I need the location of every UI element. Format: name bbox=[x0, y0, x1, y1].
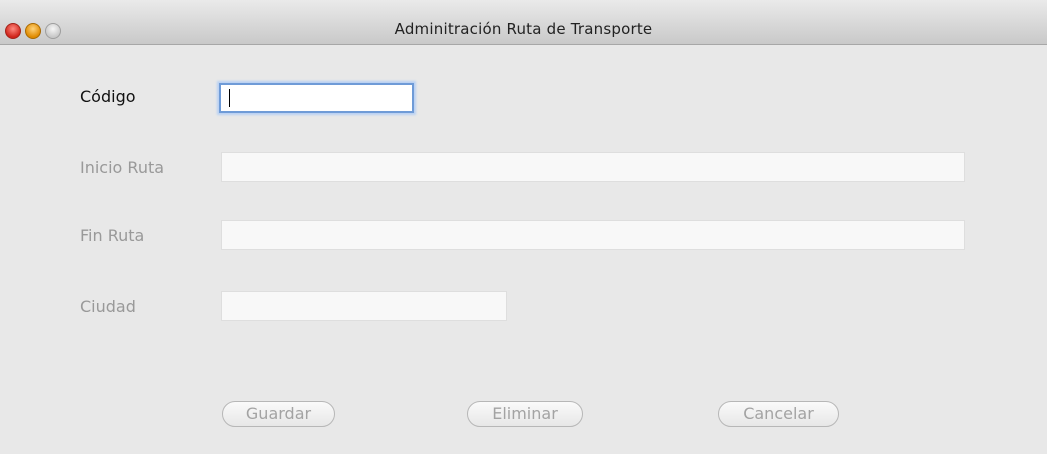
inicio-ruta-input[interactable] bbox=[221, 152, 965, 182]
fin-ruta-input[interactable] bbox=[221, 220, 965, 250]
cancelar-button[interactable]: Cancelar bbox=[718, 401, 839, 427]
codigo-input[interactable] bbox=[219, 83, 414, 113]
ciudad-label: Ciudad bbox=[80, 297, 136, 316]
inicio-ruta-label: Inicio Ruta bbox=[80, 158, 165, 177]
codigo-label: Código bbox=[80, 87, 136, 106]
window-title: Adminitración Ruta de Transporte bbox=[394, 20, 653, 38]
eliminar-button[interactable]: Eliminar bbox=[467, 401, 583, 427]
title-bar: Adminitración Ruta de Transporte bbox=[0, 0, 1047, 45]
ciudad-input[interactable] bbox=[221, 291, 507, 321]
fin-ruta-label: Fin Ruta bbox=[80, 226, 145, 245]
window: Adminitración Ruta de Transporte Código … bbox=[0, 0, 1047, 454]
guardar-button[interactable]: Guardar bbox=[222, 401, 335, 427]
